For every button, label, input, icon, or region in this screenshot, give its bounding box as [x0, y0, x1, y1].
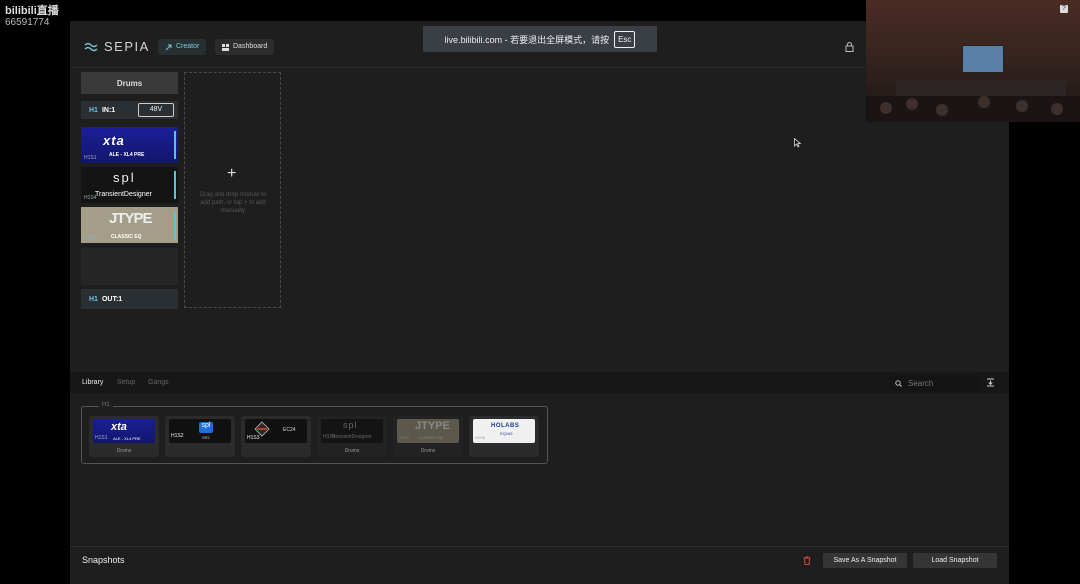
output-label: OUT:1: [101, 295, 123, 303]
card-thumbnail: xta ALE - XL4 PRE H1S1: [93, 419, 155, 443]
input-row[interactable]: H1 IN:1 48V: [81, 101, 178, 119]
card-thumbnail: JTYPE CLASSIC EQ H1S5: [397, 419, 459, 443]
webcam-overlay: ?: [866, 0, 1080, 122]
trash-icon[interactable]: [803, 556, 811, 565]
card-model: CLASSIC EQ: [419, 435, 444, 440]
library-card-ec24[interactable]: EC24 H1S3: [241, 416, 311, 457]
library-card-holabs[interactable]: HOLABS EQ169 H1S6: [469, 416, 539, 457]
module-model: ALE - XL4 PRE: [109, 152, 145, 158]
creator-button[interactable]: Creator: [158, 39, 207, 55]
dropzone-hint: Drag and drop module to add path, or tap…: [199, 192, 267, 214]
card-thumbnail: spl TransientDesigner H1S4: [321, 419, 383, 443]
room-id: 66591774: [5, 17, 50, 28]
phantom-48v-button[interactable]: 48V: [138, 103, 174, 117]
library-card-spl-transient[interactable]: spl TransientDesigner H1S4 Drums: [317, 416, 387, 457]
search-icon: [895, 379, 902, 387]
output-row[interactable]: H1 OUT:1: [81, 289, 178, 309]
audience-head: [936, 104, 948, 116]
module-brand: JTYPE: [109, 210, 153, 227]
studio-screen: [962, 45, 1004, 73]
collapse-icon[interactable]: [986, 378, 995, 387]
input-channel: H1: [89, 106, 98, 114]
card-model: EQ169: [500, 431, 513, 436]
dashboard-button[interactable]: Dashboard: [215, 39, 275, 55]
card-model: TransientDesigner: [331, 434, 372, 440]
input-label: IN:1: [101, 106, 116, 114]
card-path: Drums: [420, 448, 436, 454]
library-group-label: H1: [99, 402, 113, 408]
bilibili-logo: bilibili直播: [5, 5, 59, 17]
snapshots-title: Snapshots: [82, 555, 125, 565]
path-name[interactable]: Drums: [81, 72, 178, 94]
library-card-jtype[interactable]: JTYPE CLASSIC EQ H1S5 Drums: [393, 416, 463, 457]
sepia-wave-icon: [84, 42, 98, 51]
tab-library[interactable]: Library: [82, 379, 103, 386]
save-snapshot-button[interactable]: Save As A Snapshot: [823, 553, 907, 568]
dashboard-label: Dashboard: [233, 43, 268, 50]
add-path-plus-icon[interactable]: +: [227, 165, 236, 183]
module-brand: spl: [113, 170, 136, 185]
module-slot: H1S5: [84, 235, 97, 241]
audience-head: [1051, 103, 1063, 115]
tab-setup[interactable]: Setup: [117, 379, 135, 386]
library-card-xta[interactable]: xta ALE - XL4 PRE H1S1 Drums: [89, 416, 159, 457]
module-slot: H1S1: [84, 155, 97, 161]
audience-head: [978, 96, 990, 108]
card-path: Drums: [116, 448, 132, 454]
audience-head: [906, 98, 918, 110]
audience-head: [880, 102, 892, 114]
add-path-dropzone[interactable]: + Drag and drop module to add path, or t…: [184, 72, 281, 308]
card-model: EC24: [283, 427, 296, 433]
module-jtype[interactable]: JTYPE CLASSIC EQ H1S5: [81, 207, 178, 243]
mouse-cursor-icon: [794, 138, 801, 148]
search-box[interactable]: [889, 375, 981, 391]
brand-logo: SEPIA: [84, 39, 150, 54]
search-input[interactable]: [908, 378, 968, 388]
module-slot: H1S4: [84, 195, 97, 201]
brand-name: SEPIA: [104, 39, 150, 54]
card-model: ALE - XL4 PRE: [113, 436, 141, 441]
card-brand: spl: [343, 420, 358, 430]
card-slot: H1S2: [171, 433, 184, 439]
webcam-badge-icon: ?: [1060, 5, 1068, 13]
card-slot: H1S6: [475, 435, 486, 440]
card-thumbnail: EC24 H1S3: [245, 419, 307, 443]
card-brand: JTYPE: [415, 420, 450, 432]
module-level-bar: [174, 211, 176, 239]
card-slot: H1S1: [95, 435, 108, 441]
lock-icon[interactable]: [845, 42, 854, 52]
tab-gangs[interactable]: Gangs: [148, 379, 169, 386]
audience: [866, 96, 1080, 122]
load-snapshot-button[interactable]: Load Snapshot: [913, 553, 997, 568]
card-slot: H1S4: [323, 434, 336, 440]
empty-module-slot[interactable]: [81, 248, 178, 285]
card-thumbnail: HOLABS EQ169 H1S6: [473, 419, 535, 443]
audience-head: [1016, 100, 1028, 112]
fullscreen-tip: live.bilibili.com - 若要退出全屏模式，请按 Esc: [423, 26, 657, 52]
library-card-spl-sr2[interactable]: spl SR2 H1S2: [165, 416, 235, 457]
card-brand: spl: [199, 422, 213, 433]
module-level-bar: [174, 131, 176, 159]
module-xta[interactable]: xta ALE - XL4 PRE H1S1: [81, 127, 178, 163]
library-bar: [70, 372, 1009, 393]
card-path: Drums: [344, 448, 360, 454]
module-spl[interactable]: spl TransientDesigner H1S4: [81, 167, 178, 203]
creator-label: Creator: [176, 43, 200, 50]
module-level-bar: [174, 171, 176, 199]
card-model: SR2: [202, 435, 210, 440]
card-slot: H1S5: [399, 435, 410, 440]
output-channel: H1: [89, 295, 98, 303]
module-model: CLASSIC EQ: [111, 234, 142, 240]
esc-key: Esc: [614, 30, 636, 48]
card-slot: H1S3: [247, 435, 260, 441]
creator-icon: [165, 44, 172, 50]
module-model: TransientDesigner: [95, 191, 152, 198]
fullscreen-tip-text: live.bilibili.com - 若要退出全屏模式，请按: [444, 34, 610, 45]
card-brand: xta: [111, 421, 127, 433]
dashboard-icon: [222, 43, 229, 51]
card-brand: HOLABS: [491, 423, 520, 429]
module-brand: xta: [103, 133, 125, 148]
stream-overlay: bilibili直播 66591774: [5, 5, 59, 29]
card-thumbnail: spl SR2 H1S2: [169, 419, 231, 443]
